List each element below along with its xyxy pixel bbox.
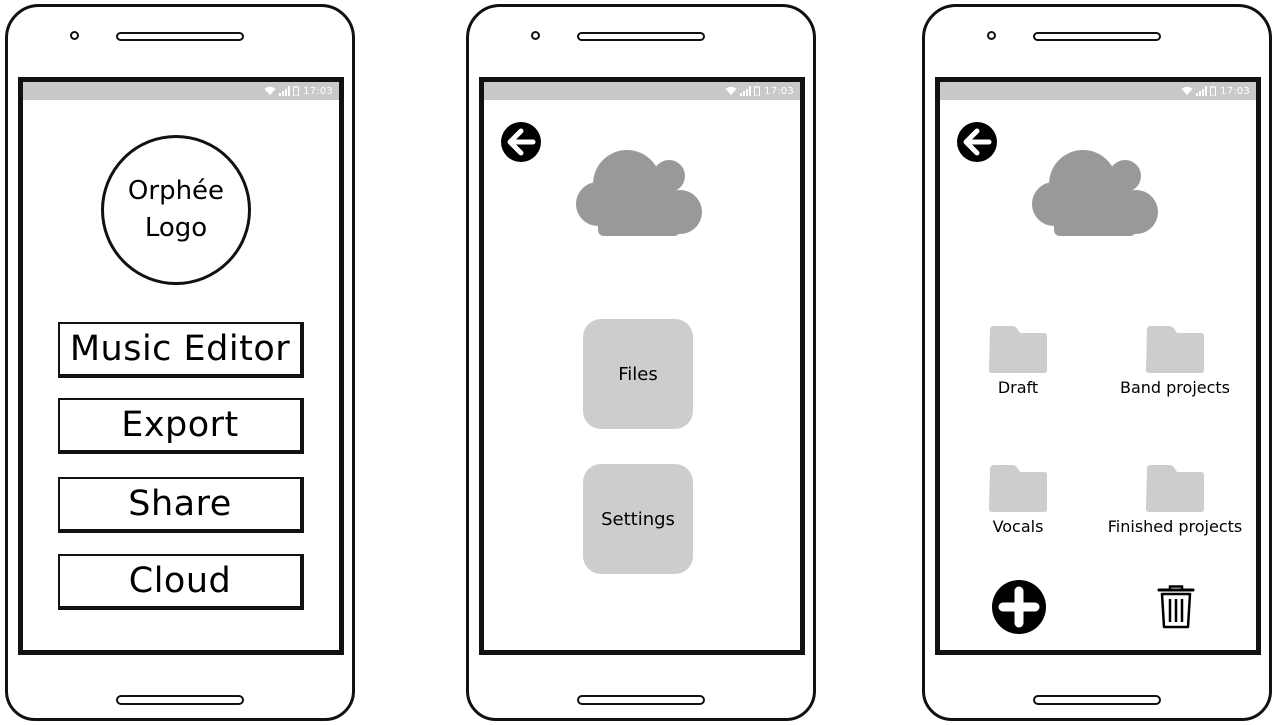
logo-text-line2: Logo [144,213,208,243]
folder-label: Draft [997,378,1039,397]
folder-icon [1146,326,1204,373]
status-bar: 17:03 [484,82,800,100]
phone-home: 17:03 Orphée Logo Music Editor Export Sh… [5,4,355,721]
cloud-button[interactable]: Cloud [58,554,304,610]
home-indicator [577,695,705,705]
battery-icon [754,86,761,96]
cloud-icon [1032,150,1158,236]
speaker [116,32,244,41]
trash-icon[interactable] [1157,585,1195,629]
status-bar: 17:03 [940,82,1256,100]
back-arrow-icon[interactable] [956,121,998,163]
status-time: 17:03 [1220,85,1250,97]
wifi-icon [264,86,276,95]
signal-icon [740,86,752,96]
wifi-icon [1181,86,1193,95]
home-indicator [116,695,244,705]
folder-label: Finished projects [1107,517,1243,536]
folder-icon [1146,465,1204,512]
folder-icon [989,465,1047,512]
settings-tile[interactable]: Settings [583,464,693,574]
signal-icon [279,86,291,96]
cloud-screen: 17:03 Files Settings [479,77,805,655]
folder-band-projects[interactable]: Band projects [1100,324,1250,397]
status-time: 17:03 [303,85,333,97]
status-time: 17:03 [764,85,794,97]
phone-files: 17:03 Draft Band projects Vocals Finishe… [922,4,1272,721]
signal-icon [1196,86,1208,96]
speaker [577,32,705,41]
folder-label: Band projects [1119,378,1231,397]
phone-cloud: 17:03 Files Settings [466,4,816,721]
home-screen: 17:03 Orphée Logo Music Editor Export Sh… [18,77,344,655]
plus-circle-icon[interactable] [991,579,1047,635]
files-screen: 17:03 Draft Band projects Vocals Finishe… [935,77,1261,655]
files-tile[interactable]: Files [583,319,693,429]
folder-draft[interactable]: Draft [943,324,1093,397]
camera [531,31,540,40]
home-indicator [1033,695,1161,705]
folder-icon [989,326,1047,373]
music-editor-button[interactable]: Music Editor [58,322,304,378]
battery-icon [1210,86,1217,96]
folder-finished-projects[interactable]: Finished projects [1100,463,1250,536]
battery-icon [293,86,300,96]
cloud-icon [576,150,702,236]
status-bar: 17:03 [23,82,339,100]
camera [987,31,996,40]
share-button[interactable]: Share [58,477,304,533]
wifi-icon [725,86,737,95]
camera [70,31,79,40]
folder-vocals[interactable]: Vocals [943,463,1093,536]
logo-text-line1: Orphée [127,176,225,206]
app-logo: Orphée Logo [101,135,251,285]
folder-label: Vocals [992,517,1044,536]
speaker [1033,32,1161,41]
export-button[interactable]: Export [58,398,304,454]
back-arrow-icon[interactable] [500,121,542,163]
